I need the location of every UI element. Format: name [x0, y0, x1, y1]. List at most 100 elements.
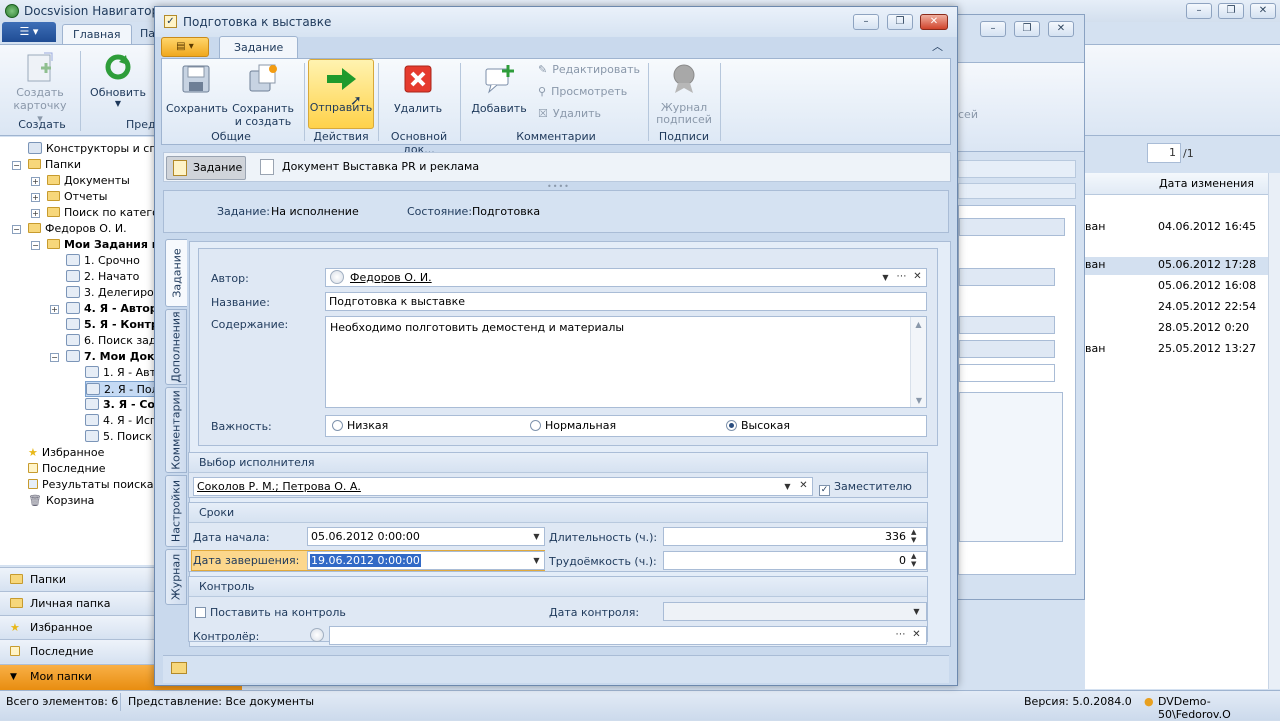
- save-and-create-button[interactable]: Сохранить и создать: [230, 63, 296, 128]
- content-scrollbar[interactable]: ▲ ▼: [910, 317, 926, 407]
- controller-browse-icon[interactable]: ⋯: [893, 627, 908, 644]
- controller-field[interactable]: [329, 626, 927, 645]
- open-folder-icon[interactable]: [171, 662, 187, 674]
- collapse-icon[interactable]: −: [12, 225, 21, 234]
- dialog-menu-button[interactable]: ▤ ▾: [161, 37, 209, 57]
- dialog-minimize-button[interactable]: –: [853, 14, 879, 30]
- mid-close-button[interactable]: ✕: [1048, 21, 1074, 37]
- mid-field[interactable]: [959, 340, 1055, 358]
- collapse-ribbon-icon[interactable]: ︿: [932, 38, 943, 54]
- duration-spinner-icon[interactable]: ▲ ▼: [911, 528, 916, 544]
- side-tab-journal[interactable]: Журнал: [165, 549, 187, 605]
- delete-comment-button[interactable]: ☒ Удалить: [538, 107, 601, 121]
- start-date-field[interactable]: 05.06.2012 0:00:00: [307, 527, 545, 546]
- collapse-icon[interactable]: −: [12, 161, 21, 170]
- labor-spinner-icon[interactable]: ▲ ▼: [911, 552, 916, 568]
- scroll-up-icon[interactable]: ▲: [911, 320, 926, 329]
- labor-field[interactable]: 0: [663, 551, 927, 570]
- tab-home[interactable]: Главная: [62, 24, 132, 44]
- importance-low-radio[interactable]: Низкая: [332, 416, 388, 436]
- author-field[interactable]: Федоров О. И.: [325, 268, 927, 287]
- author-browse-icon[interactable]: ⋯: [894, 269, 909, 286]
- table-row[interactable]: 28.05.2012 0:20: [1085, 320, 1268, 336]
- dialog-tab-task[interactable]: Задание: [219, 36, 299, 58]
- importance-normal-radio[interactable]: Нормальная: [530, 416, 616, 436]
- controller-clear-icon[interactable]: ✕: [909, 627, 924, 644]
- tree-item[interactable]: 5. Поиск д: [85, 429, 163, 445]
- side-tab-task[interactable]: Задание: [165, 239, 187, 307]
- tree-item[interactable]: 🗑 Корзина: [28, 493, 94, 509]
- tree-item[interactable]: Результаты поиска: [28, 477, 154, 493]
- author-clear-icon[interactable]: ✕: [910, 269, 925, 286]
- end-date-field[interactable]: 19.06.2012 0:00:00: [307, 551, 545, 570]
- mid-field[interactable]: [959, 364, 1055, 382]
- name-field[interactable]: Подготовка к выставке: [325, 292, 927, 311]
- mid-field[interactable]: [959, 316, 1055, 334]
- tree-item[interactable]: 1. Я - Авто: [85, 365, 163, 381]
- pager-input[interactable]: 1: [1147, 143, 1181, 163]
- send-button[interactable]: Отправить: [308, 59, 374, 129]
- side-tab-comments[interactable]: Комментарии: [165, 387, 187, 473]
- expand-icon[interactable]: +: [31, 209, 40, 218]
- table-row[interactable]: ван 25.05.2012 13:27: [1085, 341, 1268, 357]
- executor-field[interactable]: Соколов Р. М.; Петрова О. А.: [193, 477, 813, 496]
- mid-maximize-button[interactable]: ❐: [1014, 21, 1040, 37]
- tree-item[interactable]: 4. Я - Автор: [66, 301, 158, 317]
- mid-textarea[interactable]: [959, 392, 1063, 542]
- put-on-control-checkbox[interactable]: Поставить на контроль: [195, 606, 346, 619]
- table-row-selected[interactable]: ван 05.06.2012 17:28: [1085, 257, 1268, 275]
- tree-item[interactable]: 2. Начато: [66, 269, 139, 285]
- collapse-icon[interactable]: −: [31, 241, 40, 250]
- close-button[interactable]: ✕: [1250, 3, 1276, 19]
- control-date-field[interactable]: [663, 602, 927, 621]
- tree-item[interactable]: Отчеты: [47, 189, 107, 205]
- create-card-button[interactable]: Создать карточку ▾: [10, 51, 70, 125]
- edit-comment-button[interactable]: ✎ Редактировать: [538, 63, 640, 77]
- tree-item[interactable]: Поиск по катего: [47, 205, 159, 221]
- expand-icon[interactable]: +: [31, 177, 40, 186]
- tree-item[interactable]: 4. Я - Испо: [85, 413, 164, 429]
- refresh-button[interactable]: Обновить ▼: [88, 51, 148, 108]
- table-row[interactable]: 05.06.2012 16:08: [1085, 278, 1268, 294]
- refresh-dropdown-icon[interactable]: ▼: [88, 99, 148, 108]
- tree-item[interactable]: 6. Поиск зада: [66, 333, 163, 349]
- importance-high-radio[interactable]: Высокая: [726, 416, 790, 436]
- tree-item[interactable]: Последние: [28, 461, 106, 477]
- executor-dropdown-icon[interactable]: ▼: [780, 478, 795, 495]
- list-scrollbar[interactable]: [1268, 173, 1280, 689]
- minimize-button[interactable]: –: [1186, 3, 1212, 19]
- view-comment-button[interactable]: ⚲ Просмотреть: [538, 85, 627, 99]
- tree-item[interactable]: ★ Избранное: [28, 445, 104, 461]
- dialog-maximize-button[interactable]: ❐: [887, 14, 913, 30]
- tree-item[interactable]: 1. Срочно: [66, 253, 140, 269]
- column-header-date[interactable]: Дата изменения: [1085, 173, 1280, 195]
- start-date-dropdown-icon[interactable]: ▼: [529, 528, 544, 545]
- content-textarea[interactable]: Необходимо полготовить демостенд и матер…: [325, 316, 927, 408]
- executor-clear-icon[interactable]: ✕: [796, 478, 811, 495]
- collapse-icon[interactable]: −: [50, 353, 59, 362]
- tree-item[interactable]: 3. Делегиров: [66, 285, 160, 301]
- control-date-dropdown-icon[interactable]: ▼: [909, 603, 924, 620]
- side-tab-settings[interactable]: Настройки: [165, 475, 187, 547]
- signature-journal-button[interactable]: Журнал подписей: [652, 63, 716, 126]
- maximize-button[interactable]: ❐: [1218, 3, 1244, 19]
- expand-icon[interactable]: +: [31, 193, 40, 202]
- author-dropdown-icon[interactable]: ▼: [878, 269, 893, 286]
- duration-field[interactable]: 336: [663, 527, 927, 546]
- mid-field[interactable]: [959, 268, 1055, 286]
- tree-item[interactable]: Документы: [47, 173, 130, 189]
- delete-button[interactable]: Удалить: [384, 63, 452, 115]
- tree-item[interactable]: Папки: [28, 157, 81, 173]
- expand-icon[interactable]: +: [50, 305, 59, 314]
- deputy-checkbox[interactable]: ✓ Заместителю: [819, 480, 912, 496]
- tab-task-card[interactable]: Задание: [166, 156, 246, 180]
- mid-minimize-button[interactable]: –: [980, 21, 1006, 37]
- tab-document[interactable]: Документ Выставка PR и реклама: [256, 156, 479, 180]
- app-menu-button[interactable]: ☰ ▾: [2, 22, 56, 42]
- add-comment-button[interactable]: Добавить: [466, 63, 532, 115]
- table-row[interactable]: 24.05.2012 22:54: [1085, 299, 1268, 315]
- side-tab-additions[interactable]: Дополнения: [165, 309, 187, 385]
- save-button[interactable]: Сохранить: [166, 63, 228, 115]
- table-row[interactable]: ван 04.06.2012 16:45: [1085, 219, 1268, 235]
- scroll-down-icon[interactable]: ▼: [911, 396, 927, 405]
